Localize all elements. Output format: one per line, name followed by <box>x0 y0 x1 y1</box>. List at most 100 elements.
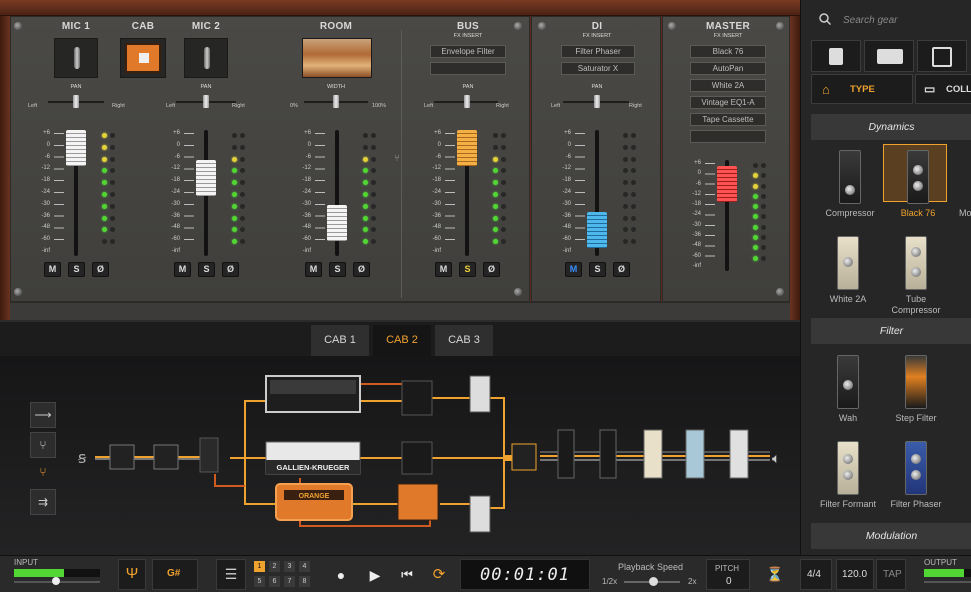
fx-slot[interactable]: Vintage EQ1-A <box>690 96 766 109</box>
preset-slot-button[interactable]: 6 <box>269 576 280 587</box>
mic1-image[interactable] <box>54 38 98 78</box>
pan-label: PAN <box>591 84 603 90</box>
fader-handle[interactable] <box>587 212 607 249</box>
output-gain-slider[interactable] <box>924 581 971 583</box>
fx-slot[interactable]: Saturator X <box>561 62 635 75</box>
preset-slot-button[interactable]: 3 <box>284 561 295 572</box>
cab-thumbnail[interactable] <box>120 38 166 78</box>
phase-button[interactable]: Ø <box>483 262 500 277</box>
room-image[interactable] <box>302 38 372 78</box>
fader-handle[interactable] <box>457 129 477 166</box>
pan-slider-knob[interactable] <box>594 95 600 108</box>
preset-slot-button[interactable]: 4 <box>299 561 310 572</box>
preset-slot-button[interactable]: 5 <box>254 576 265 587</box>
phase-button[interactable]: Ø <box>353 262 370 277</box>
fx-slot[interactable]: Envelope Filter <box>430 45 506 58</box>
phase-button[interactable]: Ø <box>92 262 109 277</box>
fader-handle[interactable] <box>196 160 216 197</box>
gear-white-2a[interactable]: White 2A <box>813 236 883 305</box>
amp-category-icon[interactable] <box>864 40 914 72</box>
fader-ticks <box>184 133 194 251</box>
pitch-control[interactable]: PITCH 0 <box>706 559 750 590</box>
phase-button[interactable]: Ø <box>613 262 630 277</box>
section-dynamics[interactable]: Dynamics <box>811 114 971 140</box>
meter-led <box>110 191 115 197</box>
fx-slot[interactable]: Tape Cassette <box>690 113 766 126</box>
signal-chain-canvas[interactable]: ⟶ ⑂ ⑂ ⇉ ꞩ GALLIEN-KRUEGER ORANGE 🔈︎ <box>0 356 800 555</box>
mute-button[interactable]: M <box>435 262 452 277</box>
tempo-field[interactable]: 120.0 <box>836 559 874 590</box>
gear-compressor[interactable]: Compressor <box>815 150 885 219</box>
time-signature[interactable]: 4/4 <box>800 559 832 590</box>
section-modulation[interactable]: Modulation <box>811 523 971 549</box>
mute-button[interactable]: M <box>44 262 61 277</box>
meter-led <box>631 239 636 245</box>
tuner-display[interactable]: G# <box>152 559 198 590</box>
tab-cab-3[interactable]: CAB 3 <box>435 325 493 356</box>
preset-slot-button[interactable]: 7 <box>284 576 295 587</box>
scale-tick-label: -18 <box>302 177 311 184</box>
mute-button[interactable]: M <box>305 262 322 277</box>
meter-led <box>761 255 766 261</box>
collection-filter-button[interactable]: ▭ COLL <box>915 74 971 104</box>
gear-wah[interactable]: Wah <box>813 355 883 424</box>
solo-button[interactable]: S <box>198 262 215 277</box>
gear-tube-compressor[interactable]: Tube Compressor <box>881 236 951 316</box>
mute-button[interactable]: M <box>565 262 582 277</box>
pan-slider-knob[interactable] <box>464 95 470 108</box>
fx-slot[interactable]: Black 76 <box>690 45 766 58</box>
meter-led <box>631 133 636 138</box>
width-slider-knob[interactable] <box>333 95 339 108</box>
meter-led <box>761 245 766 251</box>
metronome-icon[interactable]: ⏳ <box>764 562 786 586</box>
meter-led <box>102 227 107 233</box>
phase-button[interactable]: Ø <box>222 262 239 277</box>
section-filter[interactable]: Filter <box>811 318 971 344</box>
search-input[interactable] <box>843 11 963 29</box>
loop-icon[interactable]: ⟳ <box>428 564 450 586</box>
fx-slot[interactable]: White 2A <box>690 79 766 92</box>
preset-slot-button[interactable]: 8 <box>299 576 310 587</box>
bus-route-icon: ⑂ <box>394 153 400 164</box>
gear-black-76[interactable]: Black 76 <box>883 144 953 219</box>
mic2-image[interactable] <box>184 38 228 78</box>
solo-button[interactable]: S <box>589 262 606 277</box>
tap-tempo-button[interactable]: TAP <box>876 559 906 590</box>
gear-filter-formant[interactable]: Filter Formant <box>813 441 883 510</box>
rewind-icon[interactable]: ⏮ <box>396 564 418 586</box>
stompbox-category-icon[interactable] <box>811 40 861 72</box>
fader-handle[interactable] <box>717 165 737 202</box>
cabinet-category-icon[interactable] <box>917 40 967 72</box>
input-label: INPUT <box>14 558 38 567</box>
fx-slot-empty[interactable] <box>430 62 506 75</box>
meter-led <box>371 203 376 209</box>
preset-slot-button[interactable]: 1 <box>254 561 265 572</box>
tab-cab-2[interactable]: CAB 2 <box>373 325 431 356</box>
record-icon[interactable]: ● <box>330 564 352 586</box>
screw-icon <box>514 288 522 296</box>
solo-button[interactable]: S <box>459 262 476 277</box>
scale-tick-label: 0 <box>697 170 701 177</box>
preset-slot-button[interactable]: 2 <box>269 561 280 572</box>
fader-handle[interactable] <box>327 205 347 242</box>
fx-slot[interactable]: AutoPan <box>690 62 766 75</box>
playback-speed-knob[interactable] <box>649 577 658 586</box>
solo-button[interactable]: S <box>329 262 346 277</box>
fx-slot-empty[interactable] <box>690 130 766 143</box>
tuner-fork-icon[interactable]: Ψ <box>118 559 146 590</box>
pan-slider-knob[interactable] <box>73 95 79 108</box>
presets-list-icon[interactable]: ☰ <box>216 559 246 590</box>
pan-slider-knob[interactable] <box>203 95 209 108</box>
play-icon[interactable]: ▶ <box>364 564 386 586</box>
fader-handle[interactable] <box>66 129 86 166</box>
tab-cab-1[interactable]: CAB 1 <box>311 325 369 356</box>
type-filter-button[interactable]: ⌂ TYPE <box>811 74 913 104</box>
solo-button[interactable]: S <box>68 262 85 277</box>
gear-step-filter[interactable]: Step Filter <box>881 355 951 424</box>
input-gain-knob[interactable] <box>52 577 60 585</box>
gear-mo-truncated[interactable]: Mo <box>951 150 971 219</box>
gear-filter-phaser[interactable]: Filter Phaser <box>881 441 951 510</box>
speed-min-label: 1/2x <box>602 577 618 586</box>
fx-slot[interactable]: Filter Phaser <box>561 45 635 58</box>
mute-button[interactable]: M <box>174 262 191 277</box>
